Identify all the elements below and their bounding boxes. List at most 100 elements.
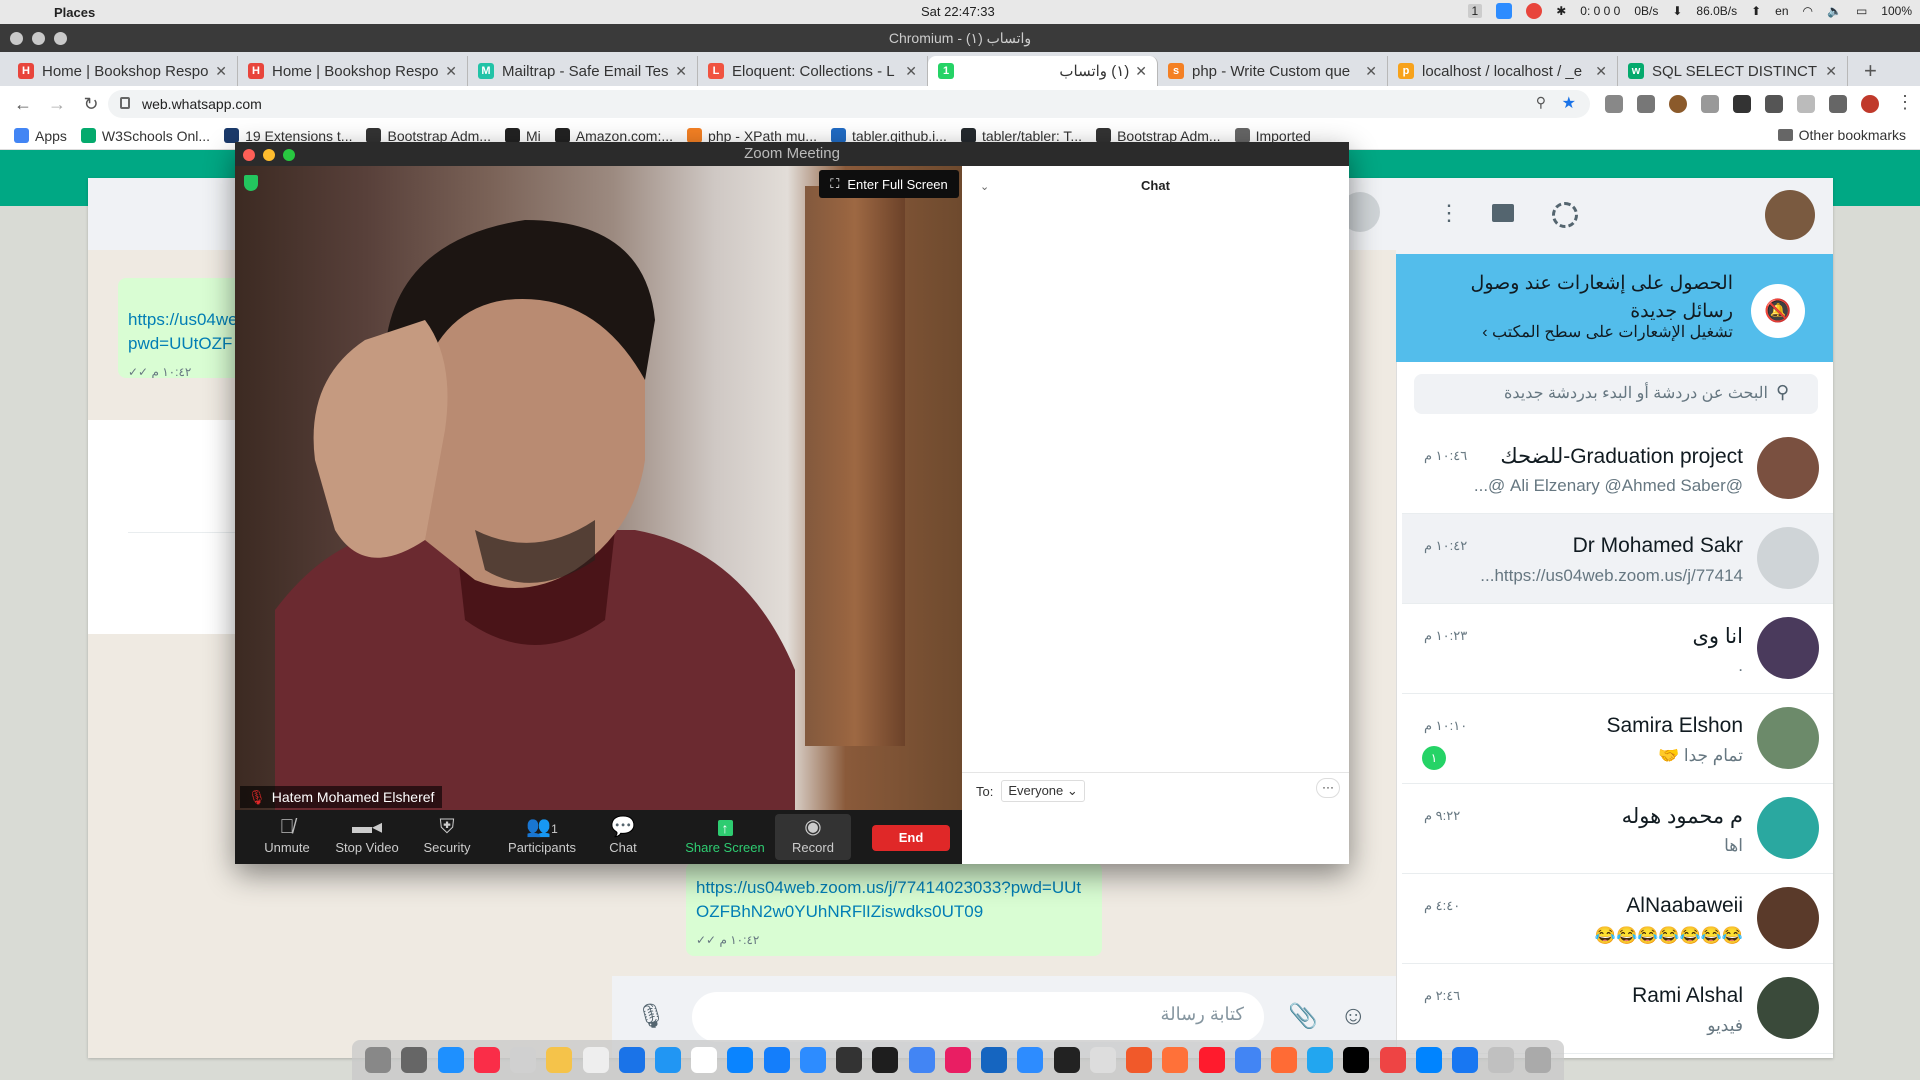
close-tab-icon[interactable]: ✕: [1595, 63, 1607, 80]
dock-app-icon[interactable]: [981, 1047, 1008, 1073]
dock-app-icon[interactable]: [836, 1047, 863, 1073]
wifi-icon[interactable]: ◠: [1803, 4, 1813, 18]
menu-badge[interactable]: 1: [1467, 4, 1483, 18]
dock-app-icon[interactable]: [1488, 1047, 1515, 1073]
battery-icon[interactable]: ▭: [1856, 4, 1867, 18]
close-tab-icon[interactable]: ✕: [1135, 63, 1147, 80]
extension-icon[interactable]: [1797, 95, 1815, 113]
forward-icon[interactable]: →: [46, 94, 68, 115]
chat-list-item[interactable]: Dr Mohamed Sakr ١٠:٤٢ م https://us04web.zo…: [1402, 514, 1833, 604]
volume-icon[interactable]: 🔈: [1827, 4, 1842, 18]
bookmark-star-icon[interactable]: ★: [1562, 93, 1576, 113]
dock-app-icon[interactable]: [944, 1047, 971, 1073]
browser-tab[interactable]: H Home | Bookshop Respo ✕: [8, 56, 238, 86]
dock-app-icon[interactable]: [473, 1047, 500, 1073]
extension-vue-icon[interactable]: [1605, 95, 1623, 113]
dock-app-icon[interactable]: [1017, 1047, 1044, 1073]
dock-app-icon[interactable]: [727, 1047, 754, 1073]
unmute-button[interactable]: 🎙̸ Unmute: [249, 814, 325, 855]
extension-icon[interactable]: [1765, 95, 1783, 113]
dock-app-icon[interactable]: [1415, 1047, 1442, 1073]
chat-avatar[interactable]: [1757, 707, 1819, 769]
dock-app-icon[interactable]: [1524, 1047, 1551, 1073]
search-icon[interactable]: ⚲: [1776, 382, 1789, 403]
new-chat-icon[interactable]: [1492, 204, 1514, 222]
enter-full-screen-button[interactable]: ⛶ Enter Full Screen: [819, 170, 959, 198]
record-button[interactable]: ◉ Record: [775, 814, 851, 860]
profile-avatar[interactable]: [1861, 95, 1879, 113]
extension-x-icon[interactable]: [1733, 95, 1751, 113]
chat-button[interactable]: 💬 Chat: [585, 814, 661, 855]
bookmark-item[interactable]: W3Schools Onl...: [80, 128, 210, 144]
dock-app-icon[interactable]: [691, 1047, 718, 1073]
dock-app-icon[interactable]: [763, 1047, 790, 1073]
chat-avatar[interactable]: [1757, 617, 1819, 679]
chat-list-item[interactable]: AlNaabaweii ٤:٤٠ م 😂😂😂😂😂😂😂: [1402, 874, 1833, 964]
dock-app-icon[interactable]: [908, 1047, 935, 1073]
chat-avatar[interactable]: [1757, 977, 1819, 1039]
close-tab-icon[interactable]: ✕: [445, 63, 457, 80]
notification-banner[interactable]: 🔕 الحصول على إشعارات عند وصول رسائل جديد…: [1396, 254, 1833, 362]
chat-more-button[interactable]: ···: [1316, 778, 1340, 798]
chat-list-item[interactable]: م محمود هوله ٩:٢٢ م اها: [1402, 784, 1833, 874]
dock-app-icon[interactable]: [654, 1047, 681, 1073]
browser-tab[interactable]: w SQL SELECT DISTINCT S ✕: [1618, 56, 1848, 86]
chat-list-item[interactable]: Graduation project-للضحك ١٠:٤٦ م @Ali Elze…: [1402, 424, 1833, 514]
participants-button[interactable]: 👥1 Participants: [497, 814, 587, 855]
chat-avatar[interactable]: [1757, 887, 1819, 949]
browser-tab[interactable]: p localhost / localhost / _e ✕: [1388, 56, 1618, 86]
url-text[interactable]: web.whatsapp.com: [142, 96, 262, 112]
end-meeting-button[interactable]: End: [872, 825, 950, 851]
extension-icon[interactable]: [1701, 95, 1719, 113]
dock-app-icon[interactable]: [1162, 1047, 1189, 1073]
other-bookmarks[interactable]: Other bookmarks: [1777, 127, 1906, 143]
menu-clock[interactable]: Sat 22:47:33: [921, 4, 995, 19]
minimize-window-button[interactable]: [32, 32, 45, 45]
chat-avatar[interactable]: [1757, 797, 1819, 859]
emoji-icon[interactable]: ☺: [1340, 1000, 1367, 1031]
close-tab-icon[interactable]: ✕: [675, 63, 687, 80]
my-avatar[interactable]: [1765, 190, 1815, 240]
chat-list-item[interactable]: Samira Elshon ١٠:١٠ م تمام جدا 🤝 ١: [1402, 694, 1833, 784]
dock-app-icon[interactable]: [1343, 1047, 1370, 1073]
zoom-minimize-button[interactable]: [263, 149, 275, 161]
encryption-shield-icon[interactable]: [244, 175, 258, 191]
message-bubble[interactable]: https://us04web.zoom.us/j/77414023033?pw…: [686, 862, 1102, 956]
new-tab-button[interactable]: +: [1864, 56, 1877, 86]
chrome-status-icon[interactable]: [1526, 3, 1543, 19]
bookmark-item[interactable]: Apps: [14, 128, 67, 144]
chat-search-input[interactable]: البحث عن دردشة أو البدء بدردشة جديدة: [1414, 374, 1818, 414]
browser-tab[interactable]: s php - Write Custom que ✕: [1158, 56, 1388, 86]
dock-app-icon[interactable]: [1234, 1047, 1261, 1073]
dock-app-icon[interactable]: [1452, 1047, 1479, 1073]
dock-app-icon[interactable]: [618, 1047, 645, 1073]
dock-app-icon[interactable]: [799, 1047, 826, 1073]
close-tab-icon[interactable]: ✕: [215, 63, 227, 80]
browser-tab[interactable]: L Eloquent: Collections - L ✕: [698, 56, 928, 86]
close-tab-icon[interactable]: ✕: [1365, 63, 1377, 80]
dock-app-icon[interactable]: [1307, 1047, 1334, 1073]
notification-action[interactable]: تشغيل الإشعارات على سطح المكتب ›: [1482, 322, 1733, 342]
dock-app-icon[interactable]: [437, 1047, 464, 1073]
dock-app-icon[interactable]: [1270, 1047, 1297, 1073]
dock-app-icon[interactable]: [1089, 1047, 1116, 1073]
microphone-icon[interactable]: 🎙: [636, 1002, 666, 1031]
dock-app-icon[interactable]: [872, 1047, 899, 1073]
dock-app-icon[interactable]: [1198, 1047, 1225, 1073]
browser-tab[interactable]: M Mailtrap - Safe Email Tes ✕: [468, 56, 698, 86]
cookie-icon[interactable]: [1669, 95, 1687, 113]
menu-icon[interactable]: ⋮: [1438, 200, 1460, 226]
stop-video-button[interactable]: ▬◂ Stop Video: [329, 814, 405, 855]
chat-avatar[interactable]: [1757, 527, 1819, 589]
bluetooth-icon[interactable]: ✱: [1556, 4, 1566, 18]
dock-app-icon[interactable]: [401, 1047, 428, 1073]
extension-icon[interactable]: [1637, 95, 1655, 113]
close-window-button[interactable]: [10, 32, 23, 45]
dock-app-icon[interactable]: [510, 1047, 537, 1073]
chat-avatar[interactable]: [1757, 437, 1819, 499]
security-button[interactable]: ⛨ Security: [409, 814, 485, 855]
chat-list-item[interactable]: انا وى ١٠:٢٣ م.: [1402, 604, 1833, 694]
lock-icon[interactable]: [120, 97, 130, 109]
menu-app-name[interactable]: Places: [54, 5, 95, 20]
close-tab-icon[interactable]: ✕: [905, 63, 917, 80]
